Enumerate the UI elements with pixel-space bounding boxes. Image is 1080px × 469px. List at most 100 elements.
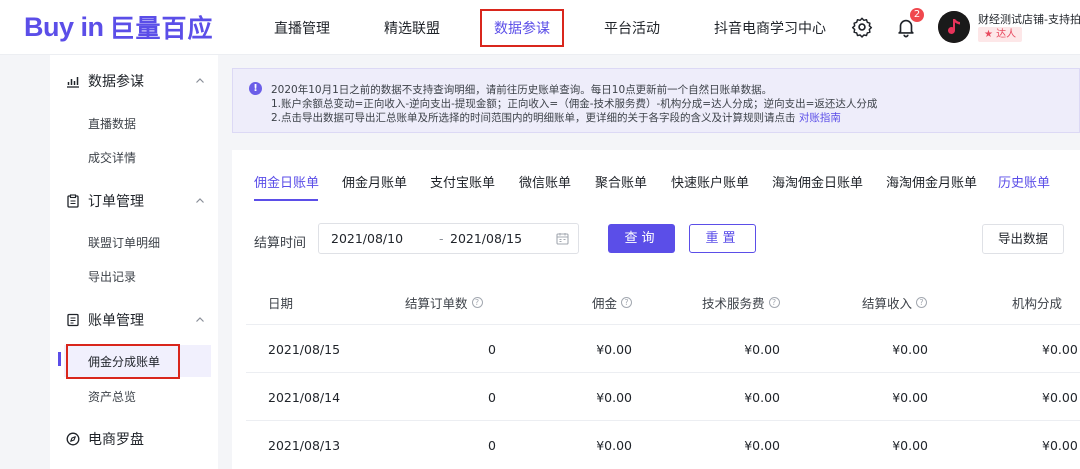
logo-text-cn: 巨量百应 [109,15,214,43]
cell-commission: ¥0.00 [596,342,632,357]
end-date[interactable]: 2021/08/15 [450,231,522,246]
column-header-date: 日期 [268,293,293,312]
tab-alipay[interactable]: 支付宝账单 [430,172,495,191]
tab-aggregated[interactable]: 聚合账单 [595,172,647,191]
user-role-tag: ★ 达人 [978,27,1023,42]
compass-icon [66,432,80,446]
sidebar-group-label: 电商罗盘 [88,432,144,448]
chevron-up-icon [196,78,204,83]
clipboard-icon [67,194,79,208]
nav-selected-alliance[interactable]: 精选联盟 [372,12,452,44]
bill-tabs: 佣金日账单 佣金月账单 支付宝账单 微信账单 聚合账单 快速账户账单 海淘佣金日… [232,150,1080,202]
chart-icon [67,77,79,88]
column-header-commission: 佣金? [592,293,633,312]
top-header: Buy in 巨量百应 直播管理 精选联盟 数据参谋 平台活动 抖音电商学习中心… [0,0,1080,55]
nav-learning-center[interactable]: 抖音电商学习中心 [702,12,838,44]
cell-agency-share: ¥0.00 [1042,342,1078,357]
sidebar-item-live-data[interactable]: 直播数据 [50,107,218,139]
table-row: 2021/08/15 0 ¥0.00 ¥0.00 ¥0.00 ¥0.00 [246,324,1080,372]
cell-date: 2021/08/13 [268,438,341,453]
user-role-label: 达人 [996,29,1017,40]
cell-commission: ¥0.00 [596,390,632,405]
start-date[interactable]: 2021/08/10 [331,231,403,246]
sidebar-item-deal-details[interactable]: 成交详情 [50,141,218,173]
sidebar-group-label: 账单管理 [88,313,144,329]
notice-line-2: 1.账户余额总变动=正向收入-逆向支出-提现金额；正向收入=（佣金-技术服务费）… [271,98,878,110]
music-note-icon [938,11,970,43]
gear-icon[interactable] [851,16,873,38]
sidebar-active-indicator [58,352,61,366]
tab-commission-monthly[interactable]: 佣金月账单 [342,172,407,191]
tab-history[interactable]: 历史账单 [998,172,1050,191]
cell-date: 2021/08/14 [268,390,341,405]
chevron-up-icon [196,317,204,322]
reset-button[interactable]: 重置 [689,224,756,253]
sidebar-group-data[interactable]: 数据参谋 [50,69,218,93]
cell-service-fee: ¥0.00 [744,342,780,357]
tab-quick-account[interactable]: 快速账户账单 [671,172,749,191]
table-row: 2021/08/13 0 ¥0.00 ¥0.00 ¥0.00 ¥0.00 [246,420,1080,468]
tab-commission-daily[interactable]: 佣金日账单 [254,172,319,191]
column-header-agency-share: 机构分成 [1012,293,1062,312]
settlement-time-label: 结算时间 [254,236,307,251]
tab-overseas-monthly[interactable]: 海淘佣金月账单 [886,172,977,191]
cell-agency-share: ¥0.00 [1042,438,1078,453]
sidebar-group-label: 订单管理 [88,194,144,210]
document-icon [67,313,79,327]
cell-settlement-income: ¥0.00 [892,342,928,357]
sidebar-group-label: 数据参谋 [88,74,144,90]
nav-platform-activity[interactable]: 平台活动 [592,12,672,44]
sidebar-item-alliance-orders[interactable]: 联盟订单明细 [50,226,218,258]
sidebar-group-billing[interactable]: 账单管理 [50,308,218,332]
star-icon: ★ [984,29,997,40]
column-label: 佣金 [592,296,618,311]
logo[interactable]: Buy in 巨量百应 [24,11,214,44]
avatar[interactable] [938,11,970,43]
sidebar-item-label: 佣金分成账单 [65,343,181,379]
column-label: 日期 [268,296,294,311]
user-name: 财经测试店铺-支持拍 [978,13,1080,26]
tab-wechat[interactable]: 微信账单 [519,172,571,191]
top-nav: 直播管理 精选联盟 数据参谋 平台活动 抖音电商学习中心 [262,0,868,55]
cell-service-fee: ¥0.00 [744,390,780,405]
logo-text-en: Buy in [24,11,104,42]
notice-banner: ! 2020年10月1日之前的数据不支持查询明细，请前往历史账单查询。每日10点… [232,68,1080,133]
help-icon[interactable]: ? [768,297,780,308]
export-data-button[interactable]: 导出数据 [982,224,1064,254]
help-icon[interactable]: ? [916,297,928,308]
cell-settlement-income: ¥0.00 [892,438,928,453]
cell-orders: 0 [488,390,496,405]
column-label: 技术服务费 [702,296,765,311]
reconciliation-guide-link[interactable]: 对账指南 [799,112,841,124]
column-header-orders: 结算订单数? [405,293,483,312]
column-label: 机构分成 [1012,296,1063,311]
active-tab-underline [254,199,318,201]
chevron-up-icon [196,198,204,203]
column-header-settlement-income: 结算收入? [862,293,928,312]
sidebar-group-compass[interactable]: 电商罗盘 [50,427,218,451]
tab-overseas-daily[interactable]: 海淘佣金日账单 [772,172,863,191]
cell-orders: 0 [488,342,496,357]
info-icon: ! [249,82,262,95]
nav-live-management[interactable]: 直播管理 [262,12,342,44]
sidebar-item-asset-overview[interactable]: 资产总览 [50,380,218,412]
nav-data-advisor[interactable]: 数据参谋 [480,8,564,47]
notice-line-1: 2020年10月1日之前的数据不支持查询明细，请前往历史账单查询。每日10点更新… [271,84,773,96]
cell-orders: 0 [488,438,496,453]
date-range-picker[interactable]: 2021/08/10 - 2021/08/15 [318,223,579,254]
cell-agency-share: ¥0.00 [1042,390,1078,405]
cell-settlement-income: ¥0.00 [892,390,928,405]
sidebar-item-export-records[interactable]: 导出记录 [50,260,218,292]
sidebar-item-commission-bill[interactable]: 佣金分成账单 [64,343,211,379]
column-label: 结算订单数 [405,296,468,311]
help-icon[interactable]: ? [621,297,633,308]
notification-badge: 2 [910,8,924,22]
help-icon[interactable]: ? [471,297,483,308]
table-row: 2021/08/14 0 ¥0.00 ¥0.00 ¥0.00 ¥0.00 [246,372,1080,420]
column-header-service-fee: 技术服务费? [702,293,780,312]
sidebar-group-orders[interactable]: 订单管理 [50,189,218,213]
query-button[interactable]: 查询 [608,224,675,253]
calendar-icon [556,233,569,245]
notice-line-3: 2.点击导出数据可导出汇总账单及所选择的时间范围内的明细账单，更详细的关于各字段… [271,110,841,125]
bill-card: 佣金日账单 佣金月账单 支付宝账单 微信账单 聚合账单 快速账户账单 海淘佣金日… [232,150,1080,469]
